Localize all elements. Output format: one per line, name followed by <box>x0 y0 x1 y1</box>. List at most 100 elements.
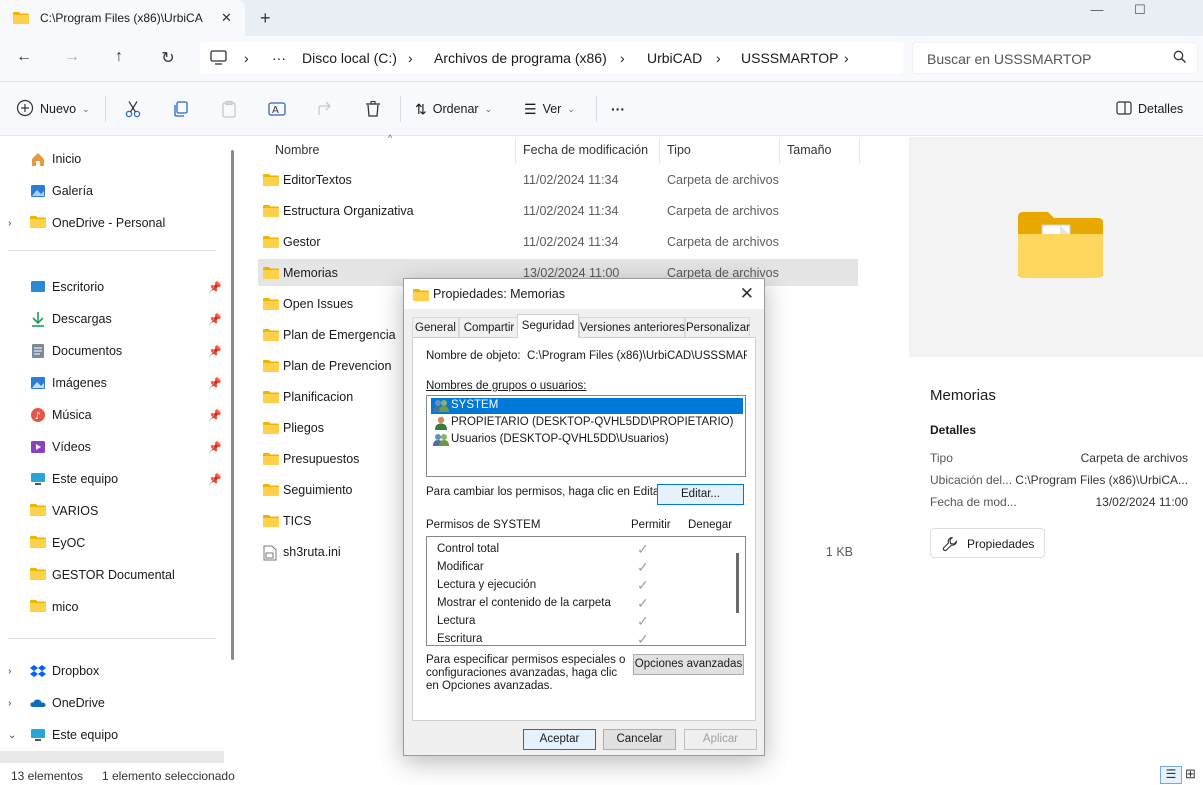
edit-button[interactable]: Editar... <box>657 484 744 505</box>
cut-icon[interactable] <box>124 99 142 119</box>
details-value-modified: 13/02/2024 11:00 <box>1095 495 1188 509</box>
sidebar-item-music[interactable]: ♪ Música 📌 <box>0 403 224 427</box>
users-list[interactable]: SYSTEM PROPIETARIO (DESKTOP-QVHL5DD\PROP… <box>426 395 746 477</box>
tab-share[interactable]: Compartir <box>459 317 519 337</box>
apply-button[interactable]: Aplicar <box>684 729 757 750</box>
chevron-down-icon[interactable]: ⌄ <box>8 730 16 741</box>
up-icon[interactable]: ↑ <box>109 48 129 68</box>
sidebar-item-varios[interactable]: VARIOS <box>0 499 224 523</box>
new-button[interactable]: Nuevo ⌄ <box>16 99 90 119</box>
delete-icon[interactable] <box>364 99 382 119</box>
list-item-system[interactable]: SYSTEM <box>430 397 744 415</box>
chevron-right-icon[interactable]: › <box>8 218 11 229</box>
breadcrumb-item-usssmartop[interactable]: USSSMARTOP <box>741 50 839 66</box>
computer-icon[interactable] <box>210 50 227 68</box>
sort-button[interactable]: ⇅ Ordenar ⌄ <box>415 99 492 119</box>
dialog-title-bar[interactable]: Propiedades: Memorias ✕ <box>404 279 764 309</box>
chevron-right-icon[interactable]: › <box>8 666 11 677</box>
ok-button[interactable]: Aceptar <box>523 729 596 750</box>
sidebar-item-videos[interactable]: Vídeos 📌 <box>0 435 224 459</box>
breadcrumb-item-urbicad[interactable]: UrbiCAD <box>647 50 702 66</box>
table-row[interactable]: EditorTextos 11/02/2024 11:34 Carpeta de a… <box>258 166 858 193</box>
sidebar-item-mico[interactable]: mico <box>0 595 224 619</box>
sidebar-item-desktop[interactable]: Escritorio 📌 <box>0 275 224 299</box>
file-name: Presupuestos <box>283 452 360 466</box>
breadcrumb-separator: › <box>408 50 413 66</box>
column-separator[interactable] <box>515 139 516 163</box>
breadcrumb-more[interactable]: ··· <box>272 50 286 66</box>
large-icons-view-icon[interactable]: ⊞ <box>1185 766 1196 782</box>
list-item-users[interactable]: Usuarios (DESKTOP-QVHL5DD\Usuarios) <box>431 432 743 448</box>
column-separator[interactable] <box>779 139 780 163</box>
window-tab[interactable]: C:\Program Files (x86)\UrbiCA ✕ <box>0 0 245 36</box>
column-separator[interactable] <box>859 139 860 163</box>
view-button[interactable]: ☰ Ver ⌄ <box>524 99 575 119</box>
table-row[interactable]: Gestor 11/02/2024 11:34 Carpeta de archivo… <box>258 228 858 255</box>
search-input[interactable]: Buscar en USSSMARTOP <box>912 42 1198 74</box>
column-separator[interactable] <box>659 139 660 163</box>
onedrive-icon <box>30 695 46 711</box>
breadcrumb-item-disk[interactable]: Disco local (C:) <box>302 50 397 66</box>
sidebar-item-onedrive[interactable]: › OneDrive <box>0 691 224 715</box>
breadcrumb[interactable]: › ··· Disco local (C:) › Archivos de pro… <box>200 42 903 74</box>
sidebar-item-this-pc[interactable]: ⌄ Este equipo <box>0 723 224 747</box>
sidebar-item-pictures[interactable]: Imágenes 📌 <box>0 371 224 395</box>
chevron-down-icon: ⌄ <box>82 103 90 114</box>
tab-previous-versions[interactable]: Versiones anteriores <box>579 317 685 337</box>
column-header-size[interactable]: Tamaño <box>787 143 831 157</box>
maximize-button[interactable]: ☐ <box>1120 2 1160 22</box>
file-name: EditorTextos <box>283 173 352 187</box>
breadcrumb-item-program-files[interactable]: Archivos de programa (x86) <box>434 50 607 66</box>
sidebar-item-this-pc-pinned[interactable]: Este equipo 📌 <box>0 467 224 491</box>
sidebar-item-label: Inicio <box>52 152 82 166</box>
sidebar-item-downloads[interactable]: Descargas 📌 <box>0 307 224 331</box>
sidebar-item-eyoc[interactable]: EyOC <box>0 531 224 555</box>
sidebar-item-gallery[interactable]: Galería <box>0 179 224 203</box>
list-item-owner[interactable]: PROPIETARIO (DESKTOP-QVHL5DD\PROPIETARIO… <box>431 415 743 431</box>
sidebar-item-home[interactable]: Inicio <box>0 147 224 171</box>
details-label-location: Ubicación del... <box>930 473 1013 487</box>
column-header-date[interactable]: Fecha de modificación <box>523 143 648 157</box>
forward-icon[interactable]: → <box>62 48 82 68</box>
breadcrumb-separator[interactable]: › <box>844 50 849 66</box>
column-header-type[interactable]: Tipo <box>667 143 691 157</box>
advanced-options-button[interactable]: Opciones avanzadas <box>633 654 744 675</box>
tab-security[interactable]: Seguridad <box>517 314 579 338</box>
paste-icon[interactable] <box>220 99 238 119</box>
column-header-name[interactable]: Nombre <box>275 143 319 157</box>
tab-customize[interactable]: Personalizar <box>685 317 750 337</box>
pin-icon: 📌 <box>208 313 222 326</box>
properties-button[interactable]: Propiedades <box>930 528 1045 558</box>
share-icon[interactable] <box>316 99 334 119</box>
sidebar-item-label: Música <box>52 408 92 422</box>
refresh-icon[interactable]: ↻ <box>158 48 178 68</box>
rename-icon[interactable]: A <box>268 99 286 119</box>
permissions-scrollbar[interactable] <box>736 553 739 613</box>
details-view-icon[interactable]: ☰ <box>1160 766 1182 784</box>
sidebar-item-local-disk-partial[interactable] <box>0 751 224 763</box>
file-name: Pliegos <box>283 421 324 435</box>
folder-icon <box>263 204 279 221</box>
new-tab-button[interactable]: + <box>260 8 271 29</box>
sidebar-item-onedrive-personal[interactable]: › OneDrive - Personal <box>0 211 224 235</box>
more-options-button[interactable]: ··· <box>611 99 625 119</box>
tab-general[interactable]: General <box>412 317 459 337</box>
table-row[interactable]: Estructura Organizativa 11/02/2024 11:34 C… <box>258 197 858 224</box>
navigation-scrollbar[interactable] <box>231 150 234 660</box>
folder-icon <box>30 567 46 583</box>
back-icon[interactable]: ← <box>14 48 34 68</box>
chevron-right-icon[interactable]: › <box>8 698 11 709</box>
cancel-button[interactable]: Cancelar <box>603 729 676 750</box>
sidebar-item-documents[interactable]: Documentos 📌 <box>0 339 224 363</box>
sidebar-item-gestor-documental[interactable]: GESTOR Documental <box>0 563 224 587</box>
search-icon[interactable] <box>1173 50 1187 67</box>
sort-icon: ⇅ <box>415 100 427 117</box>
details-pane-button[interactable]: Detalles <box>1116 99 1183 119</box>
minimize-button[interactable]: — <box>1077 2 1117 22</box>
security-tab-panel: Nombre de objeto: C:\Program Files (x86)… <box>412 337 756 721</box>
folder-icon <box>30 503 46 519</box>
close-icon[interactable]: ✕ <box>740 284 754 304</box>
sidebar-item-dropbox[interactable]: › Dropbox <box>0 659 224 683</box>
close-tab-icon[interactable]: ✕ <box>221 10 232 26</box>
copy-icon[interactable] <box>172 99 190 119</box>
